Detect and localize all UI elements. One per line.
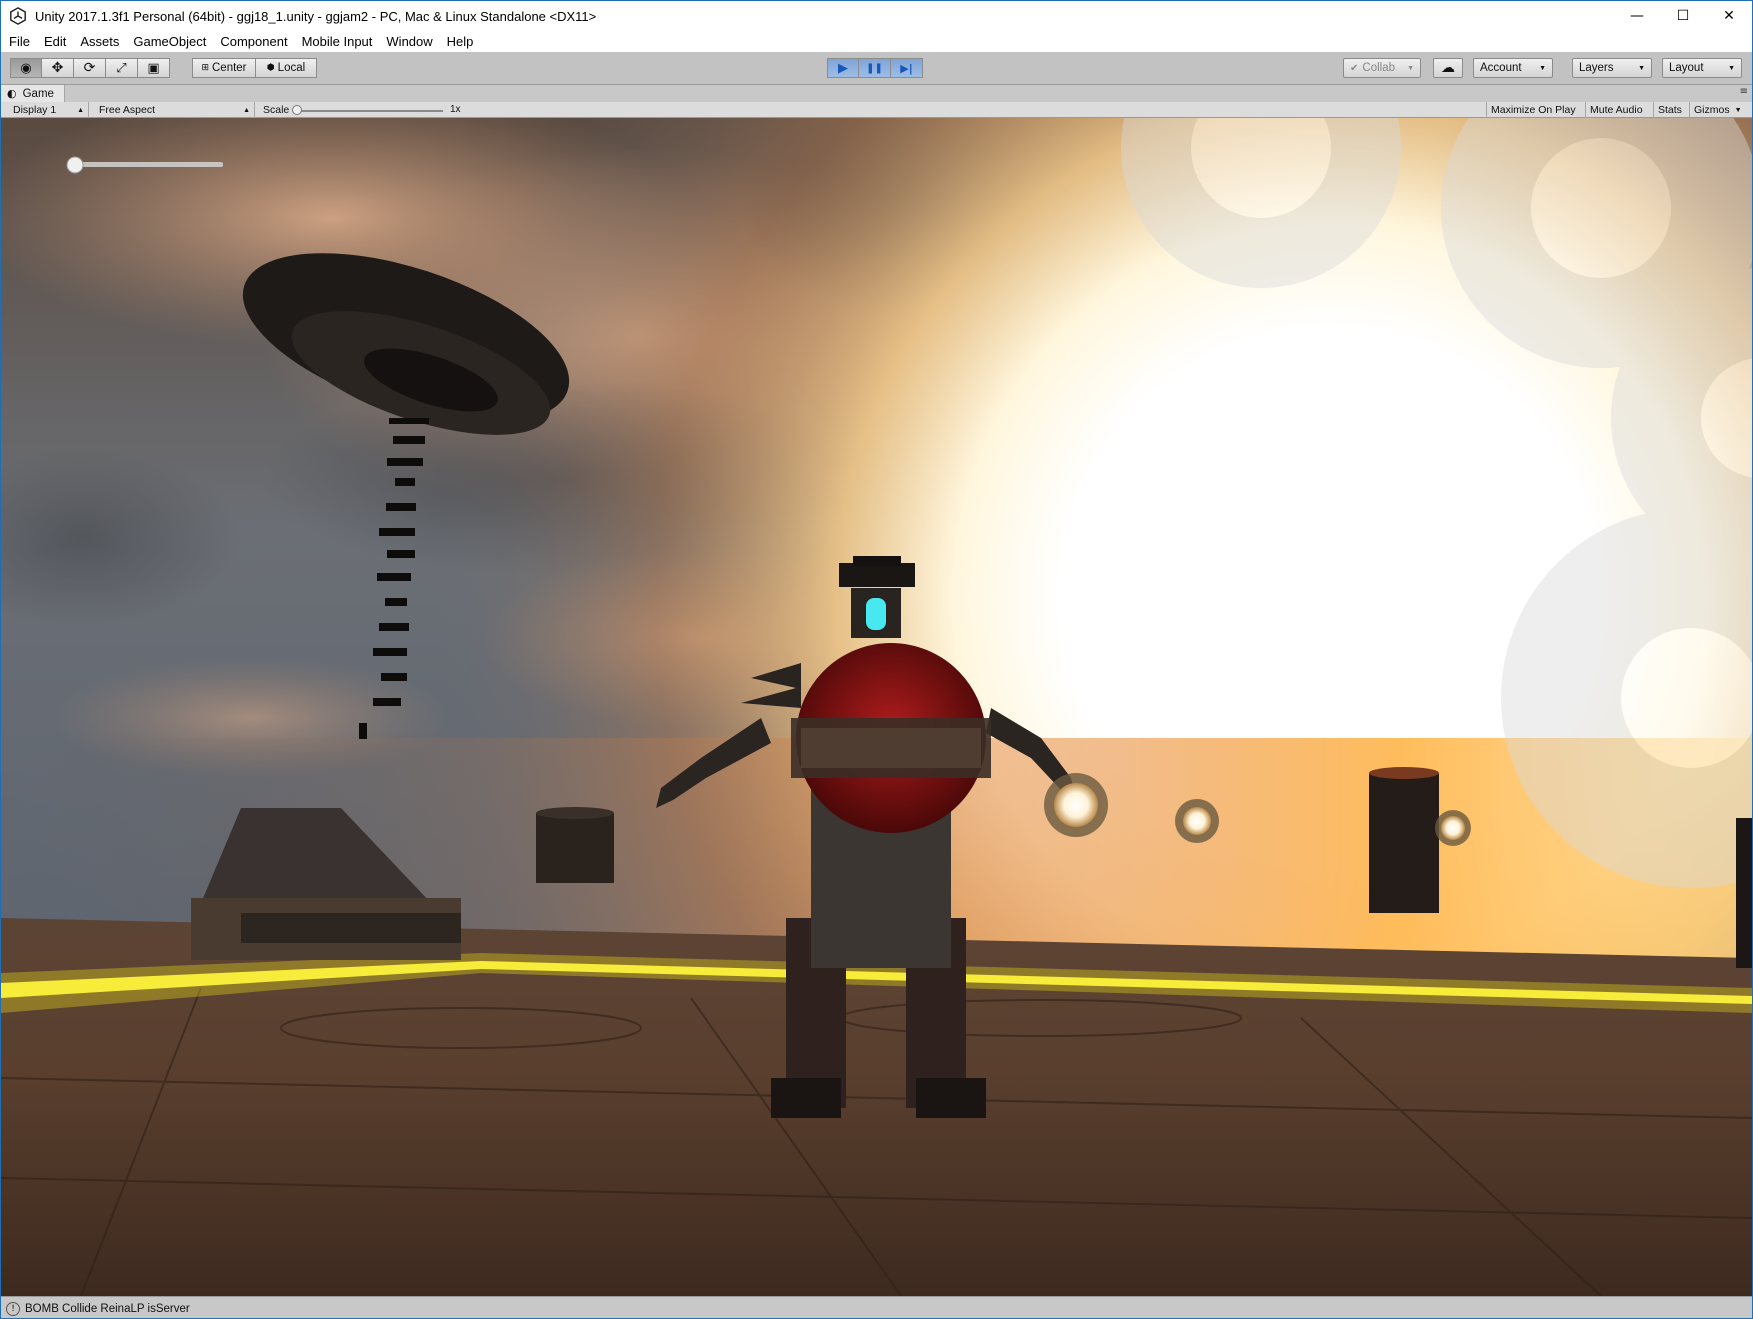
pivot-icon: ⊞ bbox=[201, 63, 209, 73]
account-label: Account bbox=[1480, 62, 1522, 74]
unity-editor-window: Unity 2017.1.3f1 Personal (64bit) - ggj1… bbox=[0, 0, 1753, 1319]
caret-down-icon: ▼ bbox=[1407, 64, 1414, 72]
play-controls: ▶ ❚❚ ▶| bbox=[827, 58, 923, 78]
close-button[interactable]: ✕ bbox=[1706, 1, 1752, 31]
aspect-dropdown[interactable]: Free Aspect ▲ bbox=[89, 102, 255, 118]
rect-icon: ▣ bbox=[147, 60, 160, 76]
pacman-icon: ◐ bbox=[7, 87, 17, 100]
glowing-orb bbox=[1044, 773, 1108, 837]
menu-edit[interactable]: Edit bbox=[37, 34, 73, 49]
caret-down-icon: ▼ bbox=[1638, 64, 1645, 72]
caret-down-icon: ▼ bbox=[1734, 106, 1742, 114]
step-button[interactable]: ▶| bbox=[891, 58, 923, 78]
mute-audio-label: Mute Audio bbox=[1590, 104, 1643, 116]
menu-component[interactable]: Component bbox=[213, 34, 294, 49]
pillar bbox=[1369, 773, 1439, 913]
scale-tool-button[interactable]: ⤢ bbox=[106, 58, 138, 78]
scale-label: Scale bbox=[263, 104, 290, 116]
maximize-on-play-label: Maximize On Play bbox=[1491, 104, 1576, 116]
glowing-orb bbox=[1175, 799, 1219, 843]
rotate-tool-button[interactable]: ⟳ bbox=[74, 58, 106, 78]
move-icon: ✥ bbox=[51, 60, 64, 76]
collab-dropdown[interactable]: ✔ Collab ▼ bbox=[1343, 58, 1421, 78]
scale-value: 1x bbox=[450, 104, 461, 115]
scale-icon: ⤢ bbox=[116, 60, 127, 76]
pillar bbox=[1736, 818, 1752, 968]
view-tool-button[interactable]: ◉ bbox=[10, 58, 42, 78]
collab-label: Collab bbox=[1362, 62, 1396, 74]
window-title: Unity 2017.1.3f1 Personal (64bit) - ggj1… bbox=[35, 8, 597, 24]
maximize-on-play-toggle[interactable]: Maximize On Play bbox=[1486, 102, 1586, 118]
game-viewport[interactable] bbox=[1, 118, 1752, 1296]
glowing-orb bbox=[1435, 810, 1471, 846]
info-icon: ! bbox=[6, 1301, 20, 1316]
game-view-toolbar: Display 1 ▲ Free Aspect ▲ Scale 1x Maxim… bbox=[1, 102, 1752, 118]
pivot-center-button[interactable]: ⊞ Center bbox=[192, 58, 256, 78]
pause-button[interactable]: ❚❚ bbox=[859, 58, 891, 78]
menu-help[interactable]: Help bbox=[440, 34, 481, 49]
layers-group: Layers ▼ bbox=[1572, 58, 1652, 78]
menu-mobile-input[interactable]: Mobile Input bbox=[295, 34, 380, 49]
check-icon: ✔ bbox=[1350, 62, 1359, 74]
transform-tools: ◉ ✥ ⟳ ⤢ ▣ bbox=[10, 58, 170, 78]
move-tool-button[interactable]: ✥ bbox=[42, 58, 74, 78]
game-tab-bar: ◐ Game ≡ bbox=[1, 85, 1752, 102]
minimize-button[interactable]: — bbox=[1614, 1, 1660, 31]
collab-group: ✔ Collab ▼ bbox=[1343, 58, 1421, 78]
account-dropdown[interactable]: Account ▼ bbox=[1473, 58, 1553, 78]
layout-label: Layout bbox=[1669, 62, 1704, 74]
stats-label: Stats bbox=[1658, 104, 1682, 116]
menu-assets[interactable]: Assets bbox=[73, 34, 126, 49]
stats-toggle[interactable]: Stats bbox=[1654, 102, 1690, 118]
status-message[interactable]: BOMB Collide ReinaLP isServer bbox=[25, 1303, 190, 1315]
updown-icon: ▲ bbox=[77, 106, 84, 114]
play-button[interactable]: ▶ bbox=[827, 58, 859, 78]
layers-dropdown[interactable]: Layers ▼ bbox=[1572, 58, 1652, 78]
game-scene bbox=[1, 118, 1752, 1296]
layout-dropdown[interactable]: Layout ▼ bbox=[1662, 58, 1742, 78]
gizmos-dropdown[interactable]: Gizmos ▼ bbox=[1690, 102, 1752, 118]
scale-slider-knob[interactable] bbox=[292, 105, 302, 115]
rect-tool-button[interactable]: ▣ bbox=[138, 58, 170, 78]
rotate-icon: ⟳ bbox=[83, 60, 96, 76]
updown-icon: ▲ bbox=[243, 106, 250, 114]
pause-icon: ❚❚ bbox=[866, 62, 883, 74]
account-group: Account ▼ bbox=[1473, 58, 1553, 78]
status-bar: ! BOMB Collide ReinaLP isServer bbox=[1, 1296, 1752, 1318]
bollard bbox=[536, 813, 614, 883]
pivot-local-button[interactable]: ⬢ Local bbox=[256, 58, 317, 78]
gizmos-label: Gizmos bbox=[1694, 104, 1730, 116]
hud-slider-knob[interactable] bbox=[66, 156, 84, 174]
tab-game-label: Game bbox=[22, 87, 54, 100]
menu-gameobject[interactable]: GameObject bbox=[126, 34, 213, 49]
aspect-label: Free Aspect bbox=[99, 104, 156, 116]
caret-down-icon: ▼ bbox=[1539, 64, 1546, 72]
tab-game[interactable]: ◐ Game bbox=[1, 85, 65, 102]
unity-logo-icon bbox=[10, 7, 26, 25]
local-icon: ⬢ bbox=[266, 63, 275, 73]
tab-menu-icon[interactable]: ≡ bbox=[1740, 86, 1748, 97]
menu-file[interactable]: File bbox=[1, 34, 37, 49]
eye-icon: ◉ bbox=[20, 60, 32, 76]
mute-audio-toggle[interactable]: Mute Audio bbox=[1586, 102, 1654, 118]
layers-label: Layers bbox=[1579, 62, 1614, 74]
play-icon: ▶ bbox=[838, 60, 848, 76]
layout-group: Layout ▼ bbox=[1662, 58, 1742, 78]
title-bar: Unity 2017.1.3f1 Personal (64bit) - ggj1… bbox=[1, 1, 1752, 31]
menu-window[interactable]: Window bbox=[379, 34, 439, 49]
scale-slider-track[interactable] bbox=[297, 110, 443, 112]
main-toolbar: ◉ ✥ ⟳ ⤢ ▣ ⊞ Center ⬢ Local ▶ ❚❚ ▶| ✔ Col… bbox=[1, 52, 1752, 85]
menu-bar: File Edit Assets GameObject Component Mo… bbox=[1, 31, 1752, 52]
cloud-icon: ☁ bbox=[1441, 60, 1455, 76]
pivot-center-label: Center bbox=[212, 62, 247, 74]
display-dropdown[interactable]: Display 1 ▲ bbox=[1, 102, 89, 118]
step-icon: ▶| bbox=[900, 61, 913, 75]
display-label: Display 1 bbox=[13, 104, 57, 116]
caret-down-icon: ▼ bbox=[1728, 64, 1735, 72]
pivot-toggles: ⊞ Center ⬢ Local bbox=[192, 58, 317, 78]
cloud-button[interactable]: ☁ bbox=[1433, 58, 1463, 78]
cloud-group: ☁ bbox=[1433, 58, 1463, 78]
maximize-button[interactable]: ☐ bbox=[1660, 1, 1706, 31]
pivot-local-label: Local bbox=[277, 62, 306, 74]
